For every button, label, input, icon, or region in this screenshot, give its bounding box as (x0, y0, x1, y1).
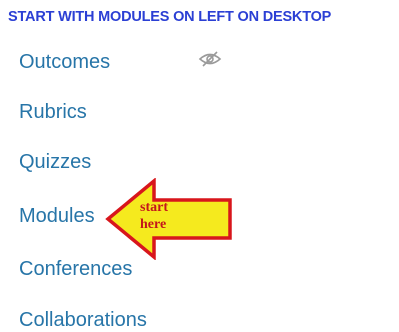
start-here-arrow-icon (105, 178, 232, 260)
nav-link-quizzes[interactable]: Quizzes (19, 150, 91, 174)
callout-line-1: start (140, 200, 168, 215)
nav-link-collaborations[interactable]: Collaborations (19, 308, 147, 332)
instruction-banner: START WITH MODULES ON LEFT ON DESKTOP (8, 9, 332, 25)
nav-link-conferences[interactable]: Conferences (19, 257, 132, 281)
callout-line-2: here (140, 217, 167, 232)
start-here-callout: start here (140, 199, 168, 233)
eye-slash-icon (198, 51, 222, 67)
nav-link-modules[interactable]: Modules (19, 204, 95, 228)
nav-link-rubrics[interactable]: Rubrics (19, 100, 87, 124)
nav-link-outcomes[interactable]: Outcomes (19, 50, 110, 74)
